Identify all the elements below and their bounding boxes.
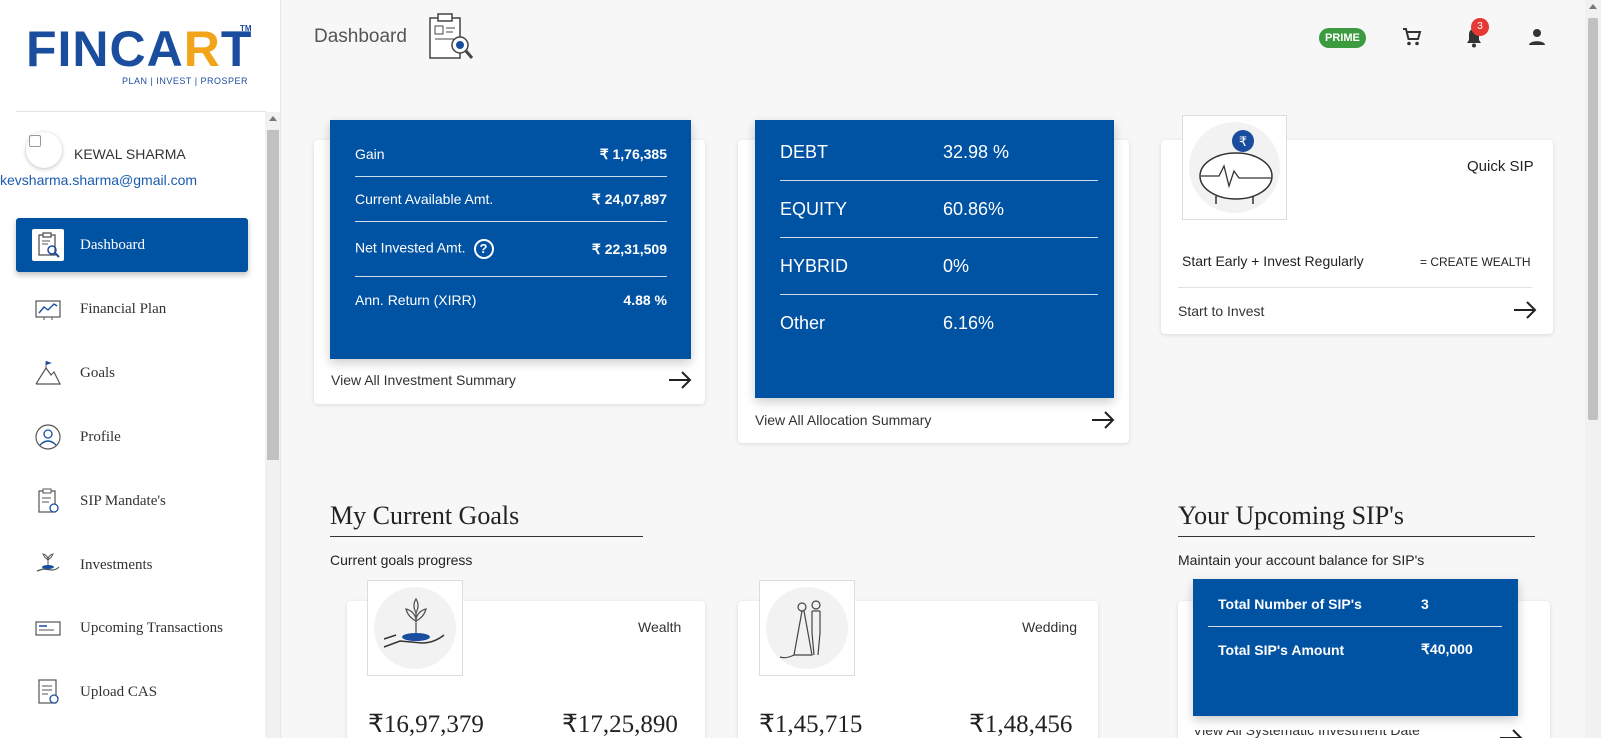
arrow-right-icon[interactable] [1090,410,1116,430]
scroll-up-icon[interactable] [1589,4,1597,9]
cart-icon[interactable] [1400,25,1424,49]
sidebar-item-label: Dashboard [80,236,145,253]
sidebar-item-label: Profile [80,428,121,445]
goal-name: Wedding [1022,619,1078,635]
notification-count-badge: 3 [1471,18,1489,36]
sidebar-item-label: Upload CAS [80,683,158,700]
fincart-logo[interactable]: FINCART TM PLAN | INVEST | PROSPER [26,24,256,94]
goals-section-subtitle: Current goals progress [330,552,473,568]
summary-row-xirr: Ann. Return (XIRR) 4.88 % [355,291,667,308]
allocation-row-debt: DEBT 32.98 % [780,124,1098,181]
sidebar-item-upload-cas[interactable]: Upload CAS [16,665,248,719]
help-icon[interactable]: ? [473,239,494,259]
view-sip-dates-link[interactable]: View All Systematic Investment Date [1193,730,1420,738]
plant-hand-icon [367,580,463,676]
scrollbar-thumb[interactable] [267,130,279,460]
sidebar-item-sip-mandates[interactable]: SIP Mandate's [16,474,248,528]
divider [16,111,266,112]
sidebar-item-financial-plan[interactable]: Financial Plan [16,282,248,336]
account-icon[interactable] [1525,25,1549,49]
allocation-row-other: Other 6.16% [780,313,995,333]
sidebar-item-label: Upcoming Transactions [80,619,223,636]
avatar [26,132,62,168]
start-to-invest-link[interactable]: Start to Invest [1178,303,1264,319]
user-name: KEWAL SHARMA [74,146,186,162]
sidebar-item-label: SIP Mandate's [80,492,166,509]
allocation-row-equity: EQUITY 60.86% [780,181,1098,238]
quick-sip-title: Quick SIP [1467,158,1534,175]
summary-row-current-available: Current Available Amt. ₹ 24,07,897 [355,177,667,222]
mountain-flag-icon [32,357,64,389]
upcoming-sips-panel: Total Number of SIP's 3 Total SIP's Amou… [1193,579,1518,716]
sidebar-scrollbar[interactable] [265,112,280,738]
sidebar-item-profile[interactable]: Profile [16,410,248,464]
upcoming-sips-title: Your Upcoming SIP's [1178,501,1404,530]
summary-row-net-invested: Net Invested Amt.? ₹ 22,31,509 [355,222,667,277]
sidebar: FINCART TM PLAN | INVEST | PROSPER KEWAL… [0,0,281,738]
scrollbar-thumb[interactable] [1588,18,1598,420]
scroll-up-icon[interactable] [269,116,277,121]
user-circle-icon [32,421,64,453]
divider [1178,536,1535,537]
goal-current-amount: ₹16,97,379 [368,711,484,738]
dashboard-report-icon [424,12,476,64]
quick-sip-tagline: Start Early + Invest Regularly [1182,253,1364,269]
sidebar-item-label: Investments [80,556,153,573]
arrow-right-icon[interactable] [1498,728,1524,738]
sidebar-item-label: Financial Plan [80,300,167,317]
document-upload-icon [32,676,64,708]
card-icon [32,612,64,644]
page-scrollbar[interactable] [1585,0,1601,738]
dashboard-icon [32,229,64,261]
svg-text:₹: ₹ [1239,135,1247,150]
sidebar-item-upcoming-transactions[interactable]: Upcoming Transactions [16,601,248,655]
clipboard-icon [32,485,64,517]
piggy-bank-icon: ₹ [1182,115,1287,220]
sidebar-item-investments[interactable]: Investments [16,538,248,592]
prime-badge[interactable]: PRIME [1319,28,1366,48]
goal-name: Wealth [638,619,682,635]
chart-icon [32,293,64,325]
sip-row-amount: Total SIP's Amount ₹40,000 [1218,641,1473,658]
allocation-panel: DEBT 32.98 % EQUITY 60.86% HYBRID 0% Oth… [755,120,1114,398]
divider [330,536,643,537]
divider [1178,287,1532,288]
create-wealth-label: = CREATE WEALTH [1420,255,1531,269]
allocation-row-hybrid: HYBRID 0% [780,238,1098,295]
goal-target-amount: ₹17,25,890 [562,711,678,738]
goal-target-amount: ₹1,48,456 [969,711,1073,738]
user-email: kevsharma.sharma@gmail.com [0,172,198,188]
view-allocation-summary-link[interactable]: View All Allocation Summary [755,412,931,428]
investment-summary-panel: Gain ₹ 1,76,385 Current Available Amt. ₹… [330,120,691,359]
sip-row-count: Total Number of SIP's 3 [1208,582,1502,627]
plant-hand-icon [32,549,64,581]
summary-row-gain: Gain ₹ 1,76,385 [355,132,667,177]
arrow-right-icon[interactable] [1512,300,1538,320]
arrow-right-icon[interactable] [667,370,693,390]
sidebar-item-goals[interactable]: Goals [16,346,248,400]
goal-current-amount: ₹1,45,715 [759,711,863,738]
goals-section-title: My Current Goals [330,501,520,530]
logo-tagline: PLAN | INVEST | PROSPER [122,76,249,86]
upcoming-sips-subtitle: Maintain your account balance for SIP's [1178,552,1425,568]
view-investment-summary-link[interactable]: View All Investment Summary [331,372,516,388]
page-title: Dashboard [314,26,407,47]
wedding-couple-icon [759,580,855,676]
sidebar-item-label: Goals [80,364,115,381]
sidebar-item-dashboard[interactable]: Dashboard [16,218,248,272]
